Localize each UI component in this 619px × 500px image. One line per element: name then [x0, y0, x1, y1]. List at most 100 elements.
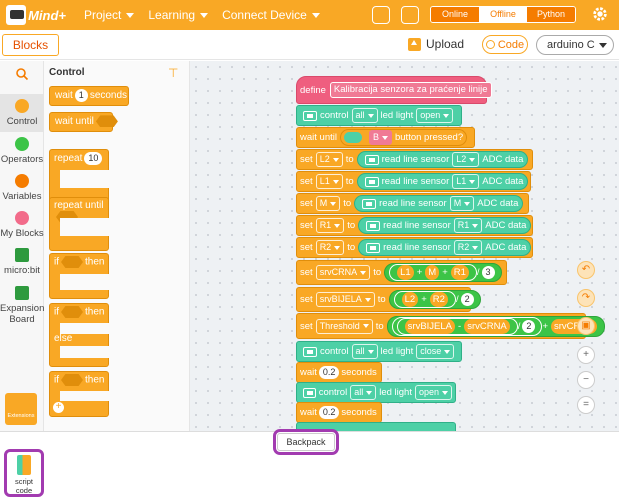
wait-value[interactable]: 1 — [74, 89, 88, 102]
set-m-block[interactable]: set Mto read line sensor M ADC data — [296, 193, 529, 214]
variable-dropdown[interactable]: srvBIJELA — [315, 292, 375, 307]
set-r1-block[interactable]: set R1 to read line sensor R1 ADC data — [296, 215, 533, 236]
sensor-dropdown[interactable]: R1 — [453, 218, 483, 233]
mode-offline[interactable]: Offline — [479, 7, 527, 22]
add-operator[interactable]: srvBIJELA - srvCRNA /2 + srvCRNA — [386, 315, 605, 337]
button-dropdown[interactable]: B — [368, 130, 392, 145]
button-pressed-condition[interactable]: B button pressed? — [339, 129, 468, 146]
variable-dropdown[interactable]: L1 — [315, 174, 343, 189]
led-state-dropdown[interactable]: open — [414, 385, 452, 400]
variable-dropdown[interactable]: R1 — [315, 218, 345, 233]
read-line-sensor-reporter[interactable]: read line sensor R2 ADC data — [358, 239, 532, 256]
menu-project[interactable]: Project — [84, 8, 135, 22]
mode-python[interactable]: Python — [527, 7, 575, 22]
control-led-block[interactable]: control all led light close — [296, 341, 462, 362]
number-input[interactable]: 3 — [481, 266, 495, 279]
extensions-button[interactable]: Extensions — [5, 393, 37, 425]
variable-reporter[interactable]: L2 — [401, 292, 419, 307]
variable-reporter[interactable]: srvCRNA — [464, 318, 510, 334]
target-dropdown[interactable]: all — [351, 108, 378, 123]
set-threshold-block[interactable]: set Threshold to srvBIJELA - srvCRNA /2 + s… — [296, 313, 605, 339]
undo-button[interactable]: ↶ — [577, 261, 595, 279]
read-line-sensor-reporter[interactable]: read line sensor L2 ADC data — [356, 151, 529, 168]
mode-online[interactable]: Online — [431, 7, 479, 22]
add-operator[interactable]: L1 + M + R1 — [389, 264, 477, 281]
wait-block[interactable]: wait 0.2 seconds — [296, 402, 382, 423]
set-r2-block[interactable]: set R2 to read line sensor R2 ADC data — [296, 237, 533, 258]
variable-dropdown[interactable]: L2 — [315, 152, 343, 167]
set-srvbijela-block[interactable]: set srvBIJELA to L2 + R2 /2 — [296, 287, 481, 312]
zoom-in-button[interactable]: + — [577, 346, 595, 364]
number-input[interactable]: 2 — [522, 319, 536, 333]
set-l1-block[interactable]: set L1 to read line sensor L1 ADC data — [296, 171, 531, 192]
device-select[interactable]: arduino C — [536, 35, 614, 55]
edit-icon[interactable] — [401, 6, 419, 24]
read-line-sensor-reporter[interactable]: read line sensor M ADC data — [354, 195, 524, 212]
category-variables[interactable]: Variables — [0, 174, 44, 202]
control-led-block[interactable]: control all led light open — [296, 382, 456, 403]
variable-dropdown[interactable]: M — [315, 196, 341, 211]
variable-dropdown[interactable]: Threshold — [315, 318, 373, 334]
read-line-sensor-reporter[interactable]: read line sensor R1 ADC data — [358, 217, 532, 234]
variable-reporter[interactable]: M — [425, 265, 440, 280]
variable-dropdown[interactable]: srvCRNA — [315, 265, 371, 280]
subtract-operator[interactable]: srvBIJELA - srvCRNA — [396, 317, 518, 335]
search-button[interactable] — [0, 67, 44, 84]
wait-value[interactable]: 0.2 — [318, 366, 340, 379]
palette-if-then-else-block[interactable]: if then else — [49, 303, 110, 367]
variable-reporter[interactable]: L1 — [397, 265, 414, 280]
chart-icon[interactable] — [372, 6, 390, 24]
variable-dropdown[interactable]: R2 — [315, 240, 345, 255]
add-else-icon[interactable]: + — [53, 402, 64, 413]
repeat-value[interactable]: 10 — [84, 152, 103, 165]
control-led-block-partial[interactable] — [296, 422, 456, 431]
palette-wait-block[interactable]: wait 1 seconds — [49, 86, 129, 106]
category-operators[interactable]: Operators — [0, 137, 44, 165]
category-microbit[interactable]: micro:bit — [0, 248, 44, 276]
palette-if-then-plus-block[interactable]: if then + — [49, 371, 110, 417]
palette-repeat-block[interactable]: repeat 10 — [49, 149, 110, 203]
zoom-reset-button[interactable]: = — [577, 396, 595, 414]
define-block[interactable]: define Kalibracija senzora za praćenje l… — [296, 76, 492, 104]
wait-value[interactable]: 0.2 — [318, 406, 340, 419]
sensor-dropdown[interactable]: R2 — [453, 240, 483, 255]
number-input[interactable]: 2 — [460, 293, 474, 306]
pin-icon[interactable]: ⊤ — [168, 66, 178, 80]
set-srvcrna-block[interactable]: set srvCRNA to L1 + M + R1 /3 — [296, 260, 507, 285]
sensor-dropdown[interactable]: M — [449, 196, 475, 211]
wait-block[interactable]: wait 0.2 seconds — [296, 362, 382, 383]
target-dropdown[interactable]: all — [350, 385, 377, 400]
clean-up-button[interactable]: ▣ — [577, 317, 595, 335]
backpack-script-item[interactable]: script code — [4, 449, 44, 497]
variable-reporter[interactable]: R2 — [429, 292, 448, 307]
upload-button[interactable]: Upload — [408, 37, 464, 51]
led-state-dropdown[interactable]: open — [416, 108, 454, 123]
set-l2-block[interactable]: set L2 to read line sensor L2 ADC data — [296, 149, 533, 170]
category-my-blocks[interactable]: My Blocks — [0, 211, 44, 239]
read-line-sensor-reporter[interactable]: read line sensor L1 ADC data — [356, 173, 529, 190]
code-toggle[interactable]: Code — [482, 35, 528, 54]
add-operator[interactable]: L2 + R2 — [393, 291, 456, 308]
variable-reporter[interactable]: srvBIJELA — [404, 318, 456, 334]
gear-icon[interactable] — [591, 5, 609, 23]
variable-reporter[interactable]: R1 — [450, 265, 469, 280]
sensor-dropdown[interactable]: L2 — [452, 152, 480, 167]
target-dropdown[interactable]: all — [351, 344, 378, 359]
divide-operator[interactable]: L2 + R2 /2 — [388, 290, 481, 309]
tab-blocks[interactable]: Blocks — [2, 34, 59, 56]
menu-learning[interactable]: Learning — [148, 8, 209, 22]
script-canvas[interactable]: define Kalibracija senzora za praćenje l… — [190, 61, 619, 431]
zoom-out-button[interactable]: − — [577, 371, 595, 389]
menu-connect-device[interactable]: Connect Device — [222, 8, 320, 22]
wait-until-block[interactable]: wait until B button pressed? — [296, 127, 475, 148]
palette-wait-until-block[interactable]: wait until — [49, 112, 118, 132]
divide-operator[interactable]: L1 + M + R1 /3 — [384, 263, 502, 282]
backpack-tab[interactable]: Backpack — [273, 429, 339, 455]
redo-button[interactable]: ↷ — [577, 289, 595, 307]
category-expansion-board[interactable]: Expansion Board — [0, 286, 44, 325]
divide-operator[interactable]: srvBIJELA - srvCRNA /2 — [391, 316, 543, 336]
control-led-block[interactable]: control all led light open — [296, 105, 462, 126]
category-control[interactable]: Control — [0, 94, 44, 132]
palette-if-then-block[interactable]: if then — [49, 253, 110, 299]
sensor-dropdown[interactable]: L1 — [452, 174, 480, 189]
